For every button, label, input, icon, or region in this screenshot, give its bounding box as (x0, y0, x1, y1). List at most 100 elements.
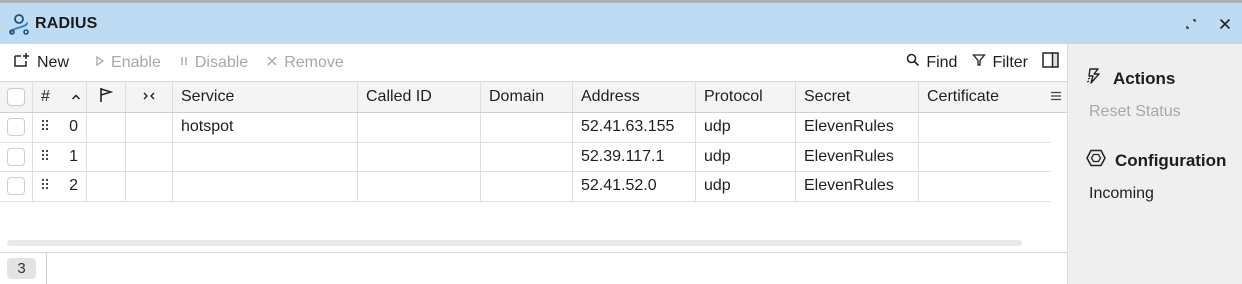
find-label: Find (926, 53, 958, 71)
table-header: # Service Called ID Domain Address Proto… (0, 81, 1067, 113)
row-num: 0 (69, 118, 78, 136)
flag-icon (99, 87, 114, 108)
row-address: 52.41.52.0 (573, 172, 696, 201)
row-checkbox[interactable] (7, 147, 25, 166)
row-certificate (919, 172, 1051, 201)
configuration-section-header: Configuration (1086, 149, 1226, 172)
comment-arrows-icon (142, 88, 156, 106)
radius-table: # Service Called ID Domain Address Proto… (0, 81, 1067, 202)
search-icon (906, 53, 920, 72)
remove-label: Remove (284, 53, 344, 71)
disable-label: Disable (194, 53, 249, 71)
drag-handle-icon[interactable] (41, 148, 49, 166)
actions-title: Actions (1113, 68, 1176, 88)
header-address[interactable]: Address (573, 82, 696, 112)
window-title: RADIUS (35, 14, 98, 32)
row-called-id (358, 172, 481, 201)
row-domain (481, 142, 573, 171)
row-address: 52.39.117.1 (573, 142, 696, 171)
filter-button[interactable]: Filter (972, 53, 1028, 72)
actions-sidebar: Actions Reset Status Configuration Incom… (1067, 44, 1242, 284)
header-certificate-label: Certificate (927, 88, 1000, 105)
sort-ascending-icon (71, 88, 81, 106)
header-num[interactable]: # (33, 82, 87, 112)
filter-label: Filter (992, 53, 1028, 71)
row-address: 52.41.63.155 (573, 113, 696, 142)
row-called-id (358, 113, 481, 142)
sidebar-panel-icon (1042, 52, 1059, 73)
find-button[interactable]: Find (906, 53, 957, 72)
footer-divider (46, 253, 47, 284)
row-num-cell: 2 (33, 172, 87, 201)
new-icon (13, 52, 31, 73)
pause-icon (179, 54, 189, 72)
row-checkbox[interactable] (7, 118, 25, 137)
row-service (173, 142, 358, 171)
header-protocol[interactable]: Protocol (696, 82, 796, 112)
actions-section-header: Actions (1086, 67, 1175, 90)
toolbar: New Enable Disable Remove Find Filter (0, 44, 1067, 81)
incoming-config-link[interactable]: Incoming (1089, 185, 1154, 203)
select-all-checkbox-cell[interactable] (0, 82, 33, 112)
enable-button[interactable]: Enable (95, 54, 161, 72)
row-flag-cell (87, 113, 126, 142)
header-domain[interactable]: Domain (481, 82, 573, 112)
row-secret: ElevenRules (796, 142, 919, 171)
new-label: New (37, 53, 70, 71)
remove-button[interactable]: Remove (266, 54, 344, 72)
reset-status-action[interactable]: Reset Status (1089, 103, 1181, 121)
drag-handle-icon[interactable] (41, 118, 49, 136)
row-num: 1 (69, 147, 78, 165)
item-count-badge: 3 (7, 258, 36, 279)
toggle-sidebar-button[interactable] (1042, 52, 1059, 73)
status-footer: 3 (0, 252, 1067, 284)
remove-icon (266, 54, 278, 72)
row-domain (481, 172, 573, 201)
disable-button[interactable]: Disable (179, 54, 248, 72)
play-icon (95, 54, 105, 72)
row-checkbox-cell[interactable] (0, 142, 33, 171)
header-num-label: # (41, 88, 50, 105)
row-secret: ElevenRules (796, 113, 919, 142)
header-called-id[interactable]: Called ID (358, 82, 481, 112)
row-certificate (919, 113, 1051, 142)
row-protocol: udp (696, 113, 796, 142)
filter-icon (972, 53, 987, 72)
row-comment-cell (126, 142, 173, 171)
row-protocol: udp (696, 142, 796, 171)
row-comment-cell (126, 113, 173, 142)
header-comment[interactable] (126, 82, 173, 112)
row-called-id (358, 142, 481, 171)
header-secret[interactable]: Secret (796, 82, 919, 112)
row-num-cell: 1 (33, 142, 87, 171)
drag-handle-icon[interactable] (41, 177, 49, 195)
expand-icon[interactable] (1184, 17, 1198, 31)
header-service[interactable]: Service (173, 82, 358, 112)
header-certificate[interactable]: Certificate (919, 82, 1067, 112)
window-titlebar: RADIUS (0, 3, 1242, 44)
row-comment-cell (126, 172, 173, 201)
column-menu-icon[interactable] (1050, 88, 1062, 106)
table-row[interactable]: 1 52.39.117.1 udp ElevenRules (0, 142, 1051, 172)
table-row[interactable]: 0 hotspot 52.41.63.155 udp ElevenRules (0, 113, 1051, 143)
row-checkbox[interactable] (7, 177, 25, 196)
row-flag-cell (87, 172, 126, 201)
row-service (173, 172, 358, 201)
row-num-cell: 0 (33, 113, 87, 142)
row-protocol: udp (696, 172, 796, 201)
configuration-title: Configuration (1115, 150, 1227, 170)
horizontal-scrollbar[interactable] (7, 240, 1022, 246)
row-secret: ElevenRules (796, 172, 919, 201)
new-button[interactable]: New (13, 52, 69, 73)
table-row[interactable]: 2 52.41.52.0 udp ElevenRules (0, 172, 1051, 202)
close-icon[interactable] (1218, 17, 1232, 31)
header-flag[interactable] (87, 82, 126, 112)
row-checkbox-cell[interactable] (0, 113, 33, 142)
main-panel: New Enable Disable Remove Find Filter # … (0, 44, 1067, 284)
select-all-checkbox[interactable] (7, 88, 25, 106)
enable-label: Enable (111, 53, 161, 71)
row-certificate (919, 143, 1051, 172)
hexagon-icon (1086, 149, 1106, 172)
row-num: 2 (69, 177, 78, 195)
row-checkbox-cell[interactable] (0, 172, 33, 201)
